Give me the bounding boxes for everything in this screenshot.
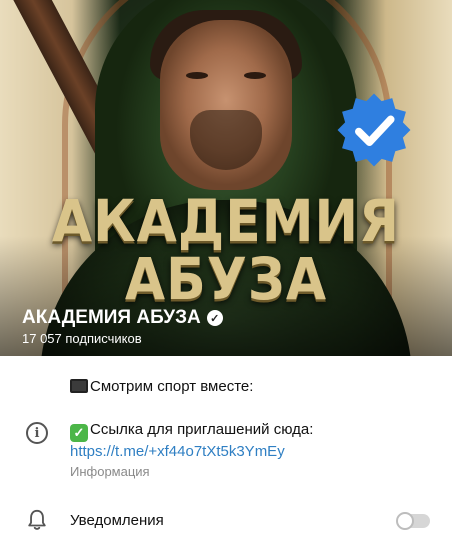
bell-icon [28, 509, 46, 530]
check-mark-emoji-icon: ✓ [70, 424, 88, 442]
verified-small-icon: ✓ [206, 310, 223, 326]
television-emoji-icon [70, 379, 88, 393]
eye-right [244, 72, 266, 79]
notifications-label: Уведомления [70, 512, 164, 529]
eye-left [186, 72, 208, 79]
description-line-sport: Смотрим спорт вместе: [70, 378, 253, 395]
channel-name-text: АКАДЕМИЯ АБУЗА [22, 307, 201, 328]
verified-badge-icon [336, 92, 412, 168]
info-icon: i [26, 422, 48, 444]
description-line-sport-text: Смотрим спорт вместе: [90, 378, 254, 395]
toggle-knob[interactable] [396, 512, 414, 530]
description-line-invite: ✓ Ссылка для приглашений сюда: [70, 421, 313, 442]
channel-header-image: АКАДЕМИЯ АБУЗА АКАДЕМИЯ АБУЗА ✓ 17 057 п… [0, 0, 452, 356]
channel-title: АКАДЕМИЯ АБУЗА ✓ [22, 306, 223, 330]
invite-link[interactable]: https://t.me/+xf44o7tXt5k3YmEy [70, 443, 285, 460]
notifications-toggle[interactable] [396, 512, 430, 530]
subscriber-count: 17 057 подписчиков [22, 331, 142, 346]
description-line-invite-text: Ссылка для приглашений сюда: [90, 421, 314, 438]
info-caption: Информация [70, 464, 150, 479]
poster-title-line2: АБУЗА [124, 246, 328, 314]
